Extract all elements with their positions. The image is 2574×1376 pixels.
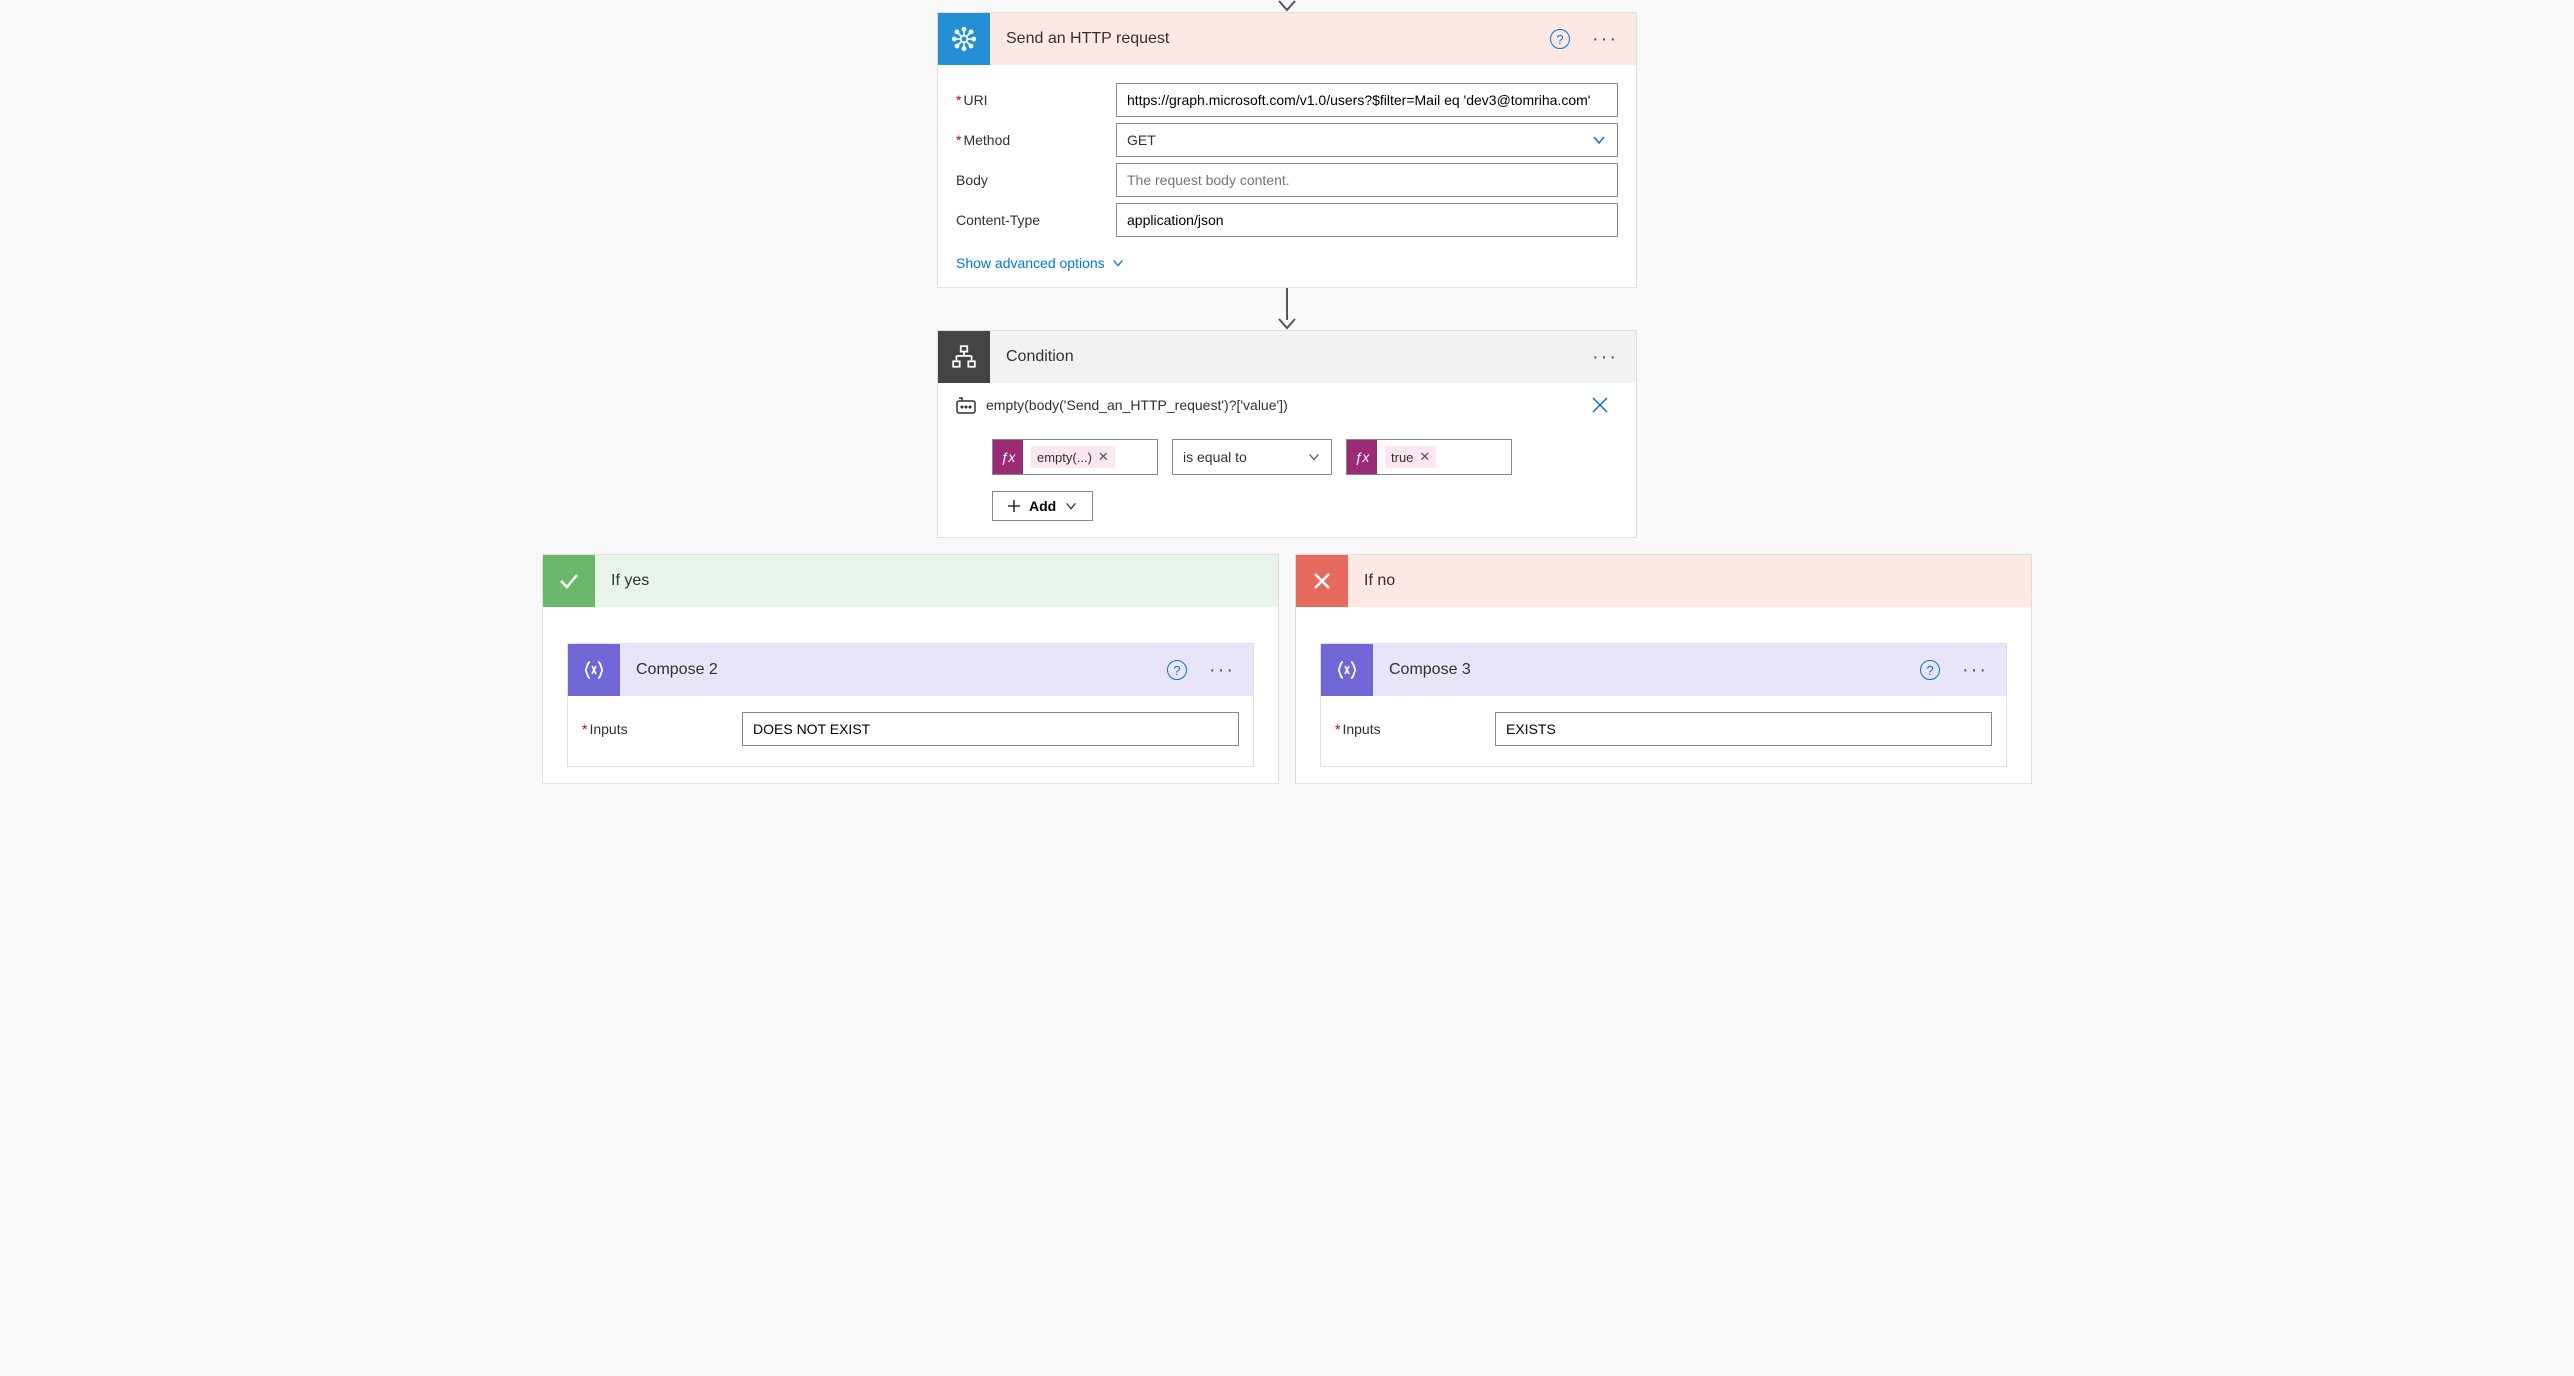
left-expression-pill[interactable]: empty(...) ✕ — [1031, 446, 1115, 468]
compose-no-inputs[interactable] — [1495, 712, 1992, 746]
if-yes-branch: If yes Compose 2 ? — [542, 554, 1279, 784]
chevron-down-icon — [1064, 499, 1078, 513]
method-value: GET — [1127, 132, 1156, 148]
close-icon — [1296, 555, 1348, 607]
more-menu-icon[interactable]: ··· — [1203, 660, 1241, 680]
compose-no-card: Compose 3 ? ··· *Inputs — [1320, 643, 2007, 767]
condition-right-value[interactable]: ƒx true ✕ — [1346, 439, 1512, 475]
body-label: Body — [956, 172, 988, 188]
chevron-down-icon — [1591, 132, 1607, 148]
condition-card: Condition ··· em — [937, 330, 1637, 538]
condition-operator-select[interactable]: is equal to — [1172, 439, 1332, 475]
condition-card-title: Condition — [990, 348, 1586, 366]
fx-icon: ƒx — [1347, 440, 1377, 474]
check-icon — [543, 555, 595, 607]
expression-icon — [956, 396, 976, 414]
help-icon[interactable]: ? — [1167, 660, 1187, 680]
help-icon[interactable]: ? — [1550, 29, 1570, 49]
condition-card-header[interactable]: Condition ··· — [938, 331, 1636, 383]
compose-yes-inputs[interactable] — [742, 712, 1239, 746]
method-label: Method — [963, 132, 1010, 148]
right-expression-pill[interactable]: true ✕ — [1385, 446, 1436, 468]
remove-pill-icon[interactable]: ✕ — [1419, 449, 1430, 465]
method-select[interactable]: GET — [1116, 123, 1618, 157]
compose-icon — [568, 644, 620, 696]
more-menu-icon[interactable]: ··· — [1956, 660, 1994, 680]
inputs-label: Inputs — [589, 721, 627, 737]
if-yes-header[interactable]: If yes — [543, 555, 1278, 607]
if-yes-title: If yes — [595, 572, 649, 590]
connector-arrowhead-top — [1277, 0, 1297, 12]
close-icon[interactable] — [1582, 395, 1618, 415]
content-type-label: Content-Type — [956, 212, 1040, 228]
compose-icon — [1321, 644, 1373, 696]
chevron-down-icon — [1307, 450, 1321, 464]
uri-label: URI — [963, 92, 987, 108]
plus-icon — [1007, 499, 1021, 513]
chevron-down-icon — [1111, 256, 1125, 270]
compose-no-header[interactable]: Compose 3 ? ··· — [1321, 644, 2006, 696]
remove-pill-icon[interactable]: ✕ — [1098, 449, 1109, 465]
inputs-label: Inputs — [1342, 721, 1380, 737]
compose-yes-header[interactable]: Compose 2 ? ··· — [568, 644, 1253, 696]
add-condition-button[interactable]: Add — [992, 491, 1093, 521]
more-menu-icon[interactable]: ··· — [1586, 347, 1624, 367]
if-no-header[interactable]: If no — [1296, 555, 2031, 607]
help-icon[interactable]: ? — [1920, 660, 1940, 680]
compose-no-title: Compose 3 — [1373, 661, 1920, 679]
if-no-branch: If no Compose 3 ? — [1295, 554, 2032, 784]
body-input[interactable] — [1116, 163, 1618, 197]
connector-arrow — [1277, 288, 1297, 330]
more-menu-icon[interactable]: ··· — [1586, 29, 1624, 49]
content-type-input[interactable] — [1116, 203, 1618, 237]
http-card-header[interactable]: Send an HTTP request ? ··· — [938, 13, 1636, 65]
show-advanced-toggle[interactable]: Show advanced options — [956, 255, 1125, 271]
compose-yes-card: Compose 2 ? ··· *Inputs — [567, 643, 1254, 767]
http-icon — [938, 13, 990, 65]
condition-expression: empty(body('Send_an_HTTP_request')?['val… — [986, 397, 1572, 413]
fx-icon: ƒx — [993, 440, 1023, 474]
http-card-title: Send an HTTP request — [990, 30, 1550, 48]
condition-icon — [938, 331, 990, 383]
compose-yes-title: Compose 2 — [620, 661, 1167, 679]
uri-input[interactable] — [1116, 83, 1618, 117]
if-no-title: If no — [1348, 572, 1395, 590]
condition-left-value[interactable]: ƒx empty(...) ✕ — [992, 439, 1158, 475]
http-request-card: Send an HTTP request ? ··· *URI *Method — [937, 12, 1637, 288]
